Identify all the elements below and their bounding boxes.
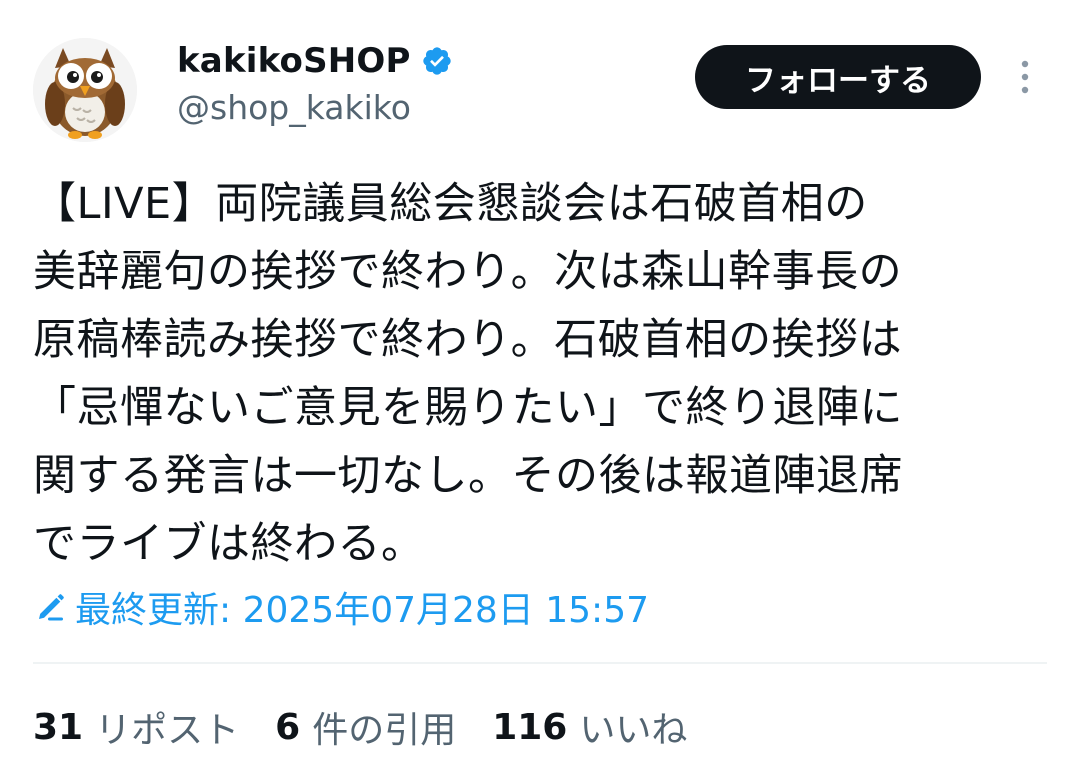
pencil-icon — [33, 589, 69, 625]
tweet-text: 【LIVE】両院議員総会懇談会は石破首相の 美辞麗句の挨拶で終わり。次は森山幹事… — [33, 179, 903, 569]
tweet-header: kakikoSHOP @shop_kakiko フォローする — [0, 0, 1080, 150]
owl-avatar[interactable] — [33, 38, 137, 142]
reposts-label: リポスト — [95, 710, 240, 751]
more-vertical-icon — [1021, 60, 1029, 94]
edited-label: 最終更新: 2025年07月28日 15:57 — [75, 590, 649, 631]
more-options-button[interactable] — [1007, 55, 1043, 99]
account-name-row: kakikoSHOP — [177, 38, 453, 84]
owl-avatar-image — [33, 38, 137, 142]
edited-timestamp-link[interactable]: 最終更新: 2025年07月28日 15:57 — [33, 580, 649, 634]
divider — [33, 662, 1047, 664]
likes-stat[interactable]: 116 いいね — [492, 701, 687, 753]
account-handle[interactable]: @shop_kakiko — [177, 88, 411, 127]
verified-badge-icon — [421, 45, 453, 77]
display-name[interactable]: kakikoSHOP — [177, 41, 411, 81]
reposts-count: 31 — [33, 706, 84, 748]
reposts-stat[interactable]: 31 リポスト — [33, 701, 239, 753]
engagement-stats: 31 リポスト 6 件の引用 116 いいね — [33, 700, 723, 754]
likes-label: いいね — [579, 710, 688, 751]
quotes-label: 件の引用 — [312, 710, 457, 751]
likes-count: 116 — [492, 706, 568, 748]
follow-button[interactable]: フォローする — [695, 45, 981, 109]
quotes-stat[interactable]: 6 件の引用 — [275, 701, 456, 753]
quotes-count: 6 — [275, 706, 301, 748]
